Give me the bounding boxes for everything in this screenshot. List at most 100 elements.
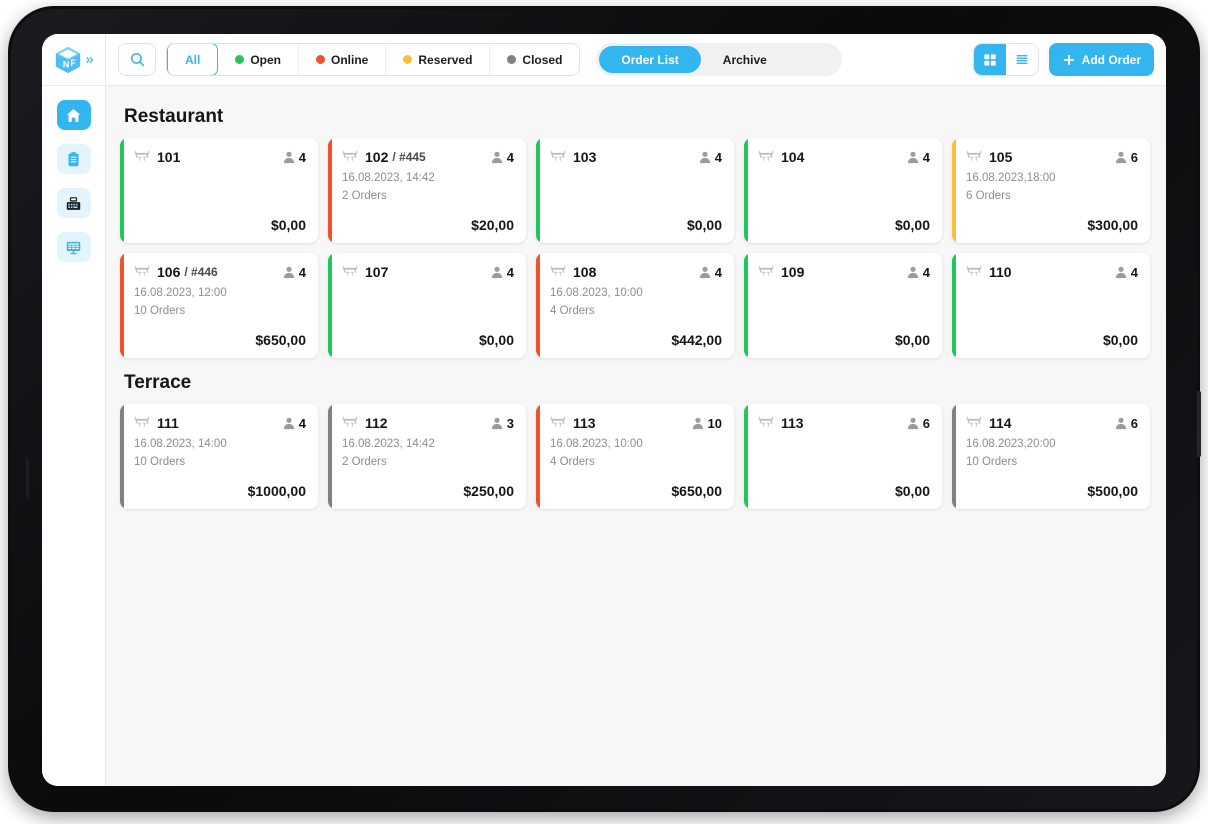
table-amount: $650,00 bbox=[671, 483, 722, 499]
status-accent-bar bbox=[744, 253, 748, 358]
table-card-header: 107 4 bbox=[342, 264, 514, 280]
table-card[interactable]: 111 4 16.08.2023, 14:00 10 Orders $1000,00 bbox=[120, 404, 318, 509]
table-card-header: 109 4 bbox=[758, 264, 930, 280]
table-card-header: 104 4 bbox=[758, 149, 930, 165]
status-dot-reserved bbox=[403, 55, 413, 64]
guest-icon bbox=[491, 417, 502, 429]
table-number: 108 bbox=[573, 264, 597, 280]
layout-toggle bbox=[972, 43, 1039, 76]
reservation-datetime: 16.08.2023, 14:42 bbox=[342, 438, 435, 450]
reservation-datetime: 16.08.2023,18:00 bbox=[966, 172, 1056, 184]
sidebar-item-home[interactable] bbox=[56, 100, 91, 130]
reservation-datetime: 16.08.2023, 12:00 bbox=[134, 287, 227, 299]
table-icon bbox=[758, 150, 774, 161]
sidebar-item-tables[interactable] bbox=[56, 232, 91, 262]
status-accent-bar bbox=[744, 138, 748, 243]
status-accent-bar bbox=[952, 138, 956, 243]
filter-online[interactable]: Online bbox=[299, 44, 387, 75]
table-card[interactable]: 107 4 $0,00 bbox=[328, 253, 526, 358]
table-card[interactable]: 113 10 16.08.2023, 10:00 4 Orders $650,00 bbox=[536, 404, 734, 509]
table-card[interactable]: 112 3 16.08.2023, 14:42 2 Orders $250,00 bbox=[328, 404, 526, 509]
search-button[interactable] bbox=[118, 43, 156, 76]
reservation-datetime: 16.08.2023, 10:00 bbox=[550, 287, 643, 299]
table-icon bbox=[966, 416, 982, 427]
table-number: 110 bbox=[989, 264, 1012, 280]
filter-all[interactable]: All bbox=[167, 44, 219, 75]
table-card-meta: 16.08.2023,18:00 6 Orders bbox=[966, 170, 1138, 206]
reservation-datetime: 16.08.2023, 10:00 bbox=[550, 438, 643, 450]
guest-count-value: 4 bbox=[714, 264, 722, 280]
order-number: / #445 bbox=[392, 150, 426, 164]
guest-icon bbox=[699, 266, 710, 278]
guest-count-value: 4 bbox=[922, 264, 930, 280]
table-card[interactable]: 106/ #446 4 16.08.2023, 12:00 10 Orders $650… bbox=[120, 253, 318, 358]
table-icon bbox=[758, 416, 774, 427]
table-card[interactable]: 108 4 16.08.2023, 10:00 4 Orders $442,00 bbox=[536, 253, 734, 358]
filter-reserved[interactable]: Reserved bbox=[386, 44, 491, 75]
status-accent-bar bbox=[120, 253, 124, 358]
order-number: / #446 bbox=[184, 265, 218, 279]
guest-count-value: 4 bbox=[506, 149, 514, 165]
guest-icon bbox=[1115, 266, 1126, 278]
status-accent-bar bbox=[536, 404, 540, 509]
filter-open-label: Open bbox=[250, 52, 282, 67]
orders-count: 4 Orders bbox=[550, 304, 595, 317]
status-dot-online bbox=[316, 55, 326, 64]
table-card[interactable]: 102/ #445 4 16.08.2023, 14:42 2 Orders $20,0… bbox=[328, 138, 526, 243]
filter-open[interactable]: Open bbox=[218, 44, 300, 75]
table-icon bbox=[342, 416, 358, 427]
table-card[interactable]: 103 4 $0,00 bbox=[536, 138, 734, 243]
status-accent-bar bbox=[120, 404, 124, 509]
table-card[interactable]: 105 6 16.08.2023,18:00 6 Orders $300,00 bbox=[952, 138, 1150, 243]
table-card[interactable]: 104 4 $0,00 bbox=[744, 138, 942, 243]
tab-order-list[interactable]: Order List bbox=[599, 46, 701, 73]
table-card[interactable]: 109 4 $0,00 bbox=[744, 253, 942, 358]
tablet-device-mockup: N F » All Open Online Reserved Closed Or… bbox=[0, 0, 1208, 824]
tab-archive[interactable]: Archive bbox=[701, 46, 789, 73]
cash-register-icon bbox=[66, 196, 81, 210]
filter-closed-label: Closed bbox=[522, 52, 563, 67]
table-card[interactable]: 110 4 $0,00 bbox=[952, 253, 1150, 358]
sidebar-nav bbox=[56, 100, 91, 262]
sidebar-item-register[interactable] bbox=[56, 188, 91, 218]
guest-icon bbox=[491, 151, 502, 163]
table-card-header: 101 4 bbox=[134, 149, 306, 165]
clipboard-icon bbox=[68, 151, 79, 166]
toolbar: All Open Online Reserved Closed Order Li… bbox=[106, 34, 1166, 86]
guest-count-value: 6 bbox=[1130, 415, 1138, 431]
guest-count: 4 bbox=[1115, 265, 1138, 280]
guest-count: 4 bbox=[491, 150, 514, 165]
guest-icon bbox=[283, 266, 294, 278]
guest-count-value: 6 bbox=[1130, 149, 1138, 165]
table-amount: $0,00 bbox=[894, 217, 930, 233]
volume-button[interactable] bbox=[26, 458, 29, 498]
table-card-meta: 16.08.2023, 14:42 2 Orders bbox=[342, 436, 514, 472]
table-card-header: 103 4 bbox=[550, 149, 722, 165]
table-card[interactable]: 114 6 16.08.2023,20:00 10 Orders $500,00 bbox=[952, 404, 1150, 509]
power-button[interactable] bbox=[1197, 391, 1201, 457]
list-view-button[interactable] bbox=[1005, 44, 1038, 75]
sidebar-item-orders[interactable] bbox=[56, 144, 91, 174]
chevron-double-right-icon[interactable]: » bbox=[85, 52, 93, 67]
grid-view-button[interactable] bbox=[973, 44, 1006, 75]
status-accent-bar bbox=[328, 253, 332, 358]
table-card[interactable]: 113 6 $0,00 bbox=[744, 404, 942, 509]
guest-icon bbox=[699, 151, 710, 163]
guest-count: 4 bbox=[491, 265, 514, 280]
guest-count-value: 4 bbox=[298, 149, 306, 165]
table-card[interactable]: 101 4 $0,00 bbox=[120, 138, 318, 243]
filter-closed[interactable]: Closed bbox=[490, 44, 579, 75]
table-card-header: 111 4 bbox=[134, 415, 306, 431]
app-logo-row[interactable]: N F » bbox=[42, 34, 105, 86]
table-layout-icon bbox=[66, 241, 81, 254]
add-order-button[interactable]: Add Order bbox=[1048, 43, 1154, 76]
reservation-datetime: 16.08.2023,20:00 bbox=[966, 438, 1056, 450]
guest-count-value: 10 bbox=[707, 415, 722, 431]
table-icon bbox=[134, 150, 150, 161]
table-card-meta: 16.08.2023, 14:00 10 Orders bbox=[134, 436, 306, 472]
svg-text:F: F bbox=[71, 58, 77, 68]
table-card-header: 110 4 bbox=[966, 264, 1138, 280]
table-card-meta: 16.08.2023, 10:00 4 Orders bbox=[550, 285, 722, 321]
tablet-screen: N F » All Open Online Reserved Closed Or… bbox=[42, 34, 1166, 786]
table-amount: $0,00 bbox=[686, 217, 722, 233]
